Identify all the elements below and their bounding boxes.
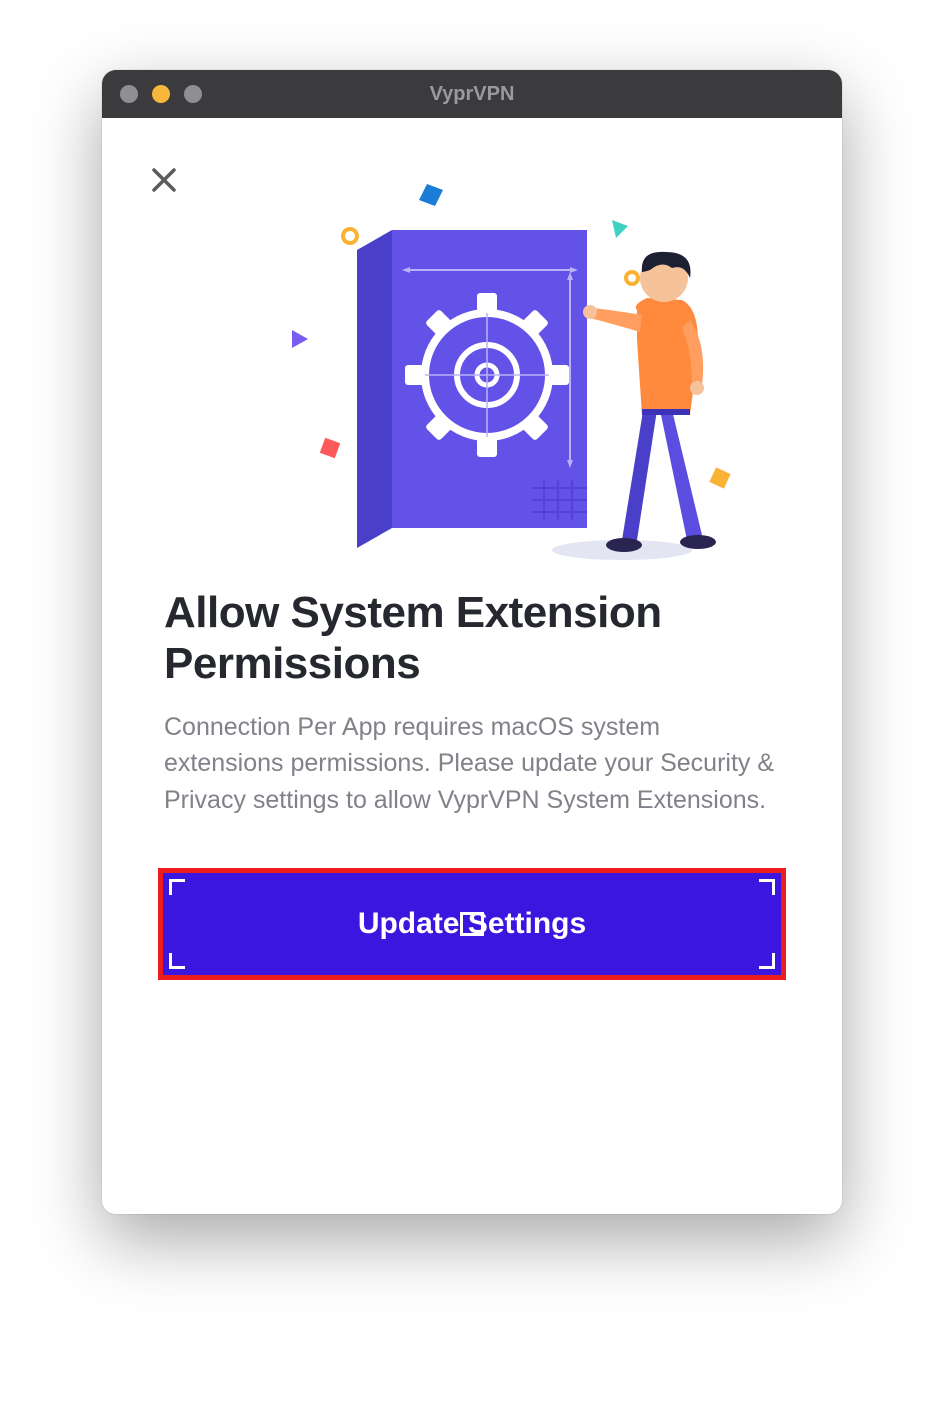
- zoom-window-button[interactable]: [184, 85, 202, 103]
- window-title: VyprVPN: [102, 83, 842, 106]
- close-dialog-button[interactable]: [146, 162, 182, 198]
- permission-dialog: Allow System Extension Permissions Conne…: [114, 130, 830, 1202]
- update-settings-button[interactable]: Update Settings: [158, 868, 786, 980]
- dialog-heading: Allow System Extension Permissions: [114, 570, 830, 689]
- dialog-body-text: Connection Per App requires macOS system…: [114, 689, 830, 818]
- traffic-lights: [102, 85, 202, 103]
- app-window: VyprVPN: [102, 70, 842, 1214]
- illustration: [114, 150, 830, 570]
- close-window-button[interactable]: [120, 85, 138, 103]
- window-content: Allow System Extension Permissions Conne…: [102, 118, 842, 1214]
- titlebar: VyprVPN: [102, 70, 842, 118]
- button-container: Update Settings: [114, 818, 830, 980]
- close-icon: [151, 167, 177, 193]
- minimize-window-button[interactable]: [152, 85, 170, 103]
- update-settings-button-label: Update Settings: [358, 907, 586, 941]
- blueprint-illustration-icon: [192, 160, 752, 560]
